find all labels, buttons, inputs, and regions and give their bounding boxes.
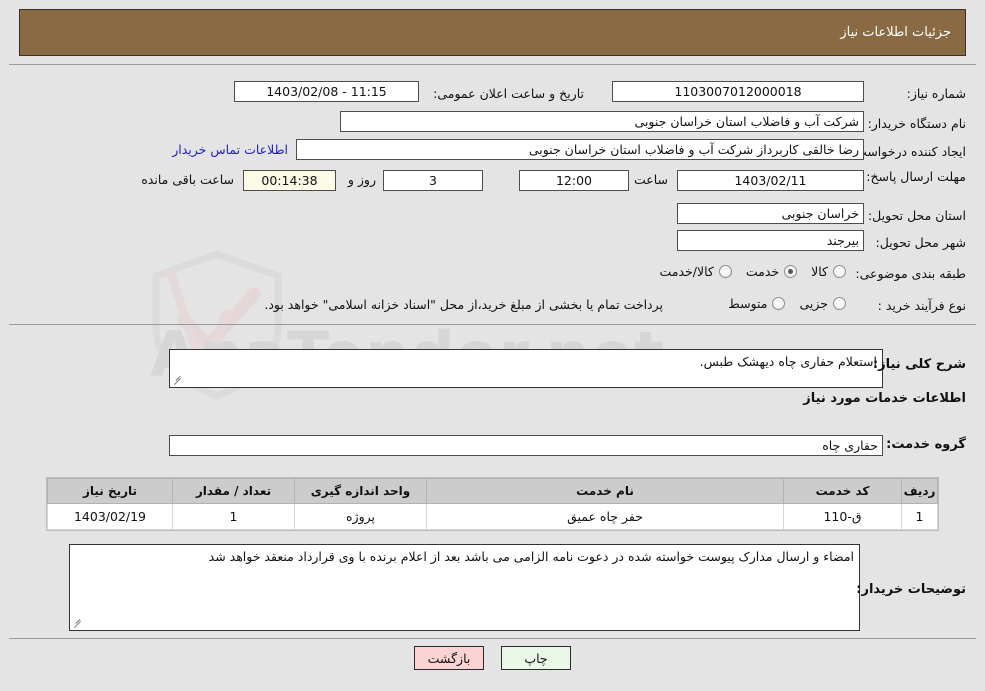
cell-name: حفر چاه عمیق [426,503,784,530]
th-qty: تعداد / مقدار [172,478,295,504]
countdown-label: ساعت باقی مانده [141,172,234,187]
announce-datetime-field: 1403/02/08 - 11:15 [234,81,419,102]
buyer-org-row: نام دستگاه خریدار: [868,113,966,135]
th-name: نام خدمت [426,478,784,504]
back-button[interactable]: بازگشت [414,646,484,670]
summary-label: شرح کلی نیاز: [872,357,966,372]
category-radio-group: کالا خدمت کالا/خدمت [645,264,846,279]
th-unit: واحد اندازه گیری [294,478,427,504]
page-title: جزئیات اطلاعات نیاز [840,25,951,40]
action-button-bar: چاپ بازگشت [0,646,985,670]
countdown-timer-field: 00:14:38 [243,170,336,191]
th-code: کد خدمت [783,478,902,504]
cell-date: 1403/02/19 [47,503,173,530]
radio-kala-khedmat-label: کالا/خدمت [659,264,714,279]
process-note: پرداخت تمام یا بخشی از مبلغ خرید،از محل … [264,297,663,312]
need-number-label: شماره نیاز: [906,85,966,101]
category-row: طبقه بندی موضوعی: [855,263,966,285]
city-field: بیرجند [677,230,864,251]
radio-khedmat[interactable] [784,265,798,278]
th-date: تاریخ نیاز [47,478,173,504]
deadline-date-field: 1403/02/11 [677,170,864,191]
need-number-row: شماره نیاز: [907,83,966,105]
remaining-days-field: 3 [383,170,483,191]
service-group-field: حفاری چاه [169,435,883,456]
print-button[interactable]: چاپ [501,646,571,670]
days-label: روز و [347,172,376,187]
buyer-org-label: نام دستگاه خریدار: [867,115,966,131]
deadline-time-field: 12:00 [519,170,629,191]
province-row: استان محل تحویل: [868,205,966,227]
resize-grip-icon[interactable] [172,374,184,386]
buyer-notes-text: امضاء و ارسال مدارک پیوست خواسته شده در … [208,549,854,564]
resize-grip-icon-2[interactable] [72,617,84,629]
province-field: خراسان جنوبی [677,203,864,224]
process-label: نوع فرآیند خرید : [877,297,966,313]
th-index: ردیف [901,478,938,504]
need-number-field: 1103007012000018 [612,81,864,102]
services-table-wrap: ردیف کد خدمت نام خدمت واحد اندازه گیری ت… [46,477,939,531]
buyer-org-field: شرکت آب و فاضلاب استان خراسان جنوبی [340,111,864,132]
radio-motevaset[interactable] [772,297,786,310]
buyer-notes-textarea[interactable]: امضاء و ارسال مدارک پیوست خواسته شده در … [69,544,860,631]
announce-label: تاریخ و ساعت اعلان عمومی: [433,85,584,101]
service-group-label: گروه خدمت: [886,437,966,452]
process-row: نوع فرآیند خرید : [878,295,966,317]
radio-kala[interactable] [833,265,846,278]
time-label: ساعت [633,172,668,187]
cell-unit: پروژه [294,503,427,530]
table-row: 1 ق-110 حفر چاه عمیق پروژه 1 1403/02/19 [47,503,938,530]
page-root: AnaTender.net جزئیات اطلاعات نیاز شماره … [0,0,985,691]
radio-kala-label: کالا [811,264,828,279]
city-label: شهر محل تحویل: [875,234,966,250]
radio-jozei-label: جزیی [799,296,828,311]
radio-khedmat-label: خدمت [745,264,780,279]
cell-code: ق-110 [783,503,902,530]
bottom-divider [9,638,976,639]
cell-index: 1 [901,503,938,530]
radio-motevaset-label: متوسط [728,296,768,311]
window-title-bar: جزئیات اطلاعات نیاز [19,9,966,56]
services-table: ردیف کد خدمت نام خدمت واحد اندازه گیری ت… [47,478,938,530]
cell-qty: 1 [172,503,295,530]
table-header-row: ردیف کد خدمت نام خدمت واحد اندازه گیری ت… [47,478,938,504]
radio-jozei[interactable] [833,297,846,310]
summary-text: استعلام حفاری چاه دیهشک طبس. [699,354,877,369]
process-radio-group: جزیی متوسط [714,296,846,311]
city-row: شهر محل تحویل: [876,232,966,254]
province-label: استان محل تحویل: [867,207,966,223]
announce-row: تاریخ و ساعت اعلان عمومی: [433,83,584,105]
radio-kala-khedmat[interactable] [718,265,732,278]
category-label: طبقه بندی موضوعی: [855,265,966,281]
need-info-panel: شماره نیاز: 1103007012000018 تاریخ و ساع… [9,64,976,325]
buyer-contact-link[interactable]: اطلاعات تماس خریدار [172,142,288,157]
creator-label: ایجاد کننده درخواست: [850,143,966,159]
buyer-notes-label: توضیحات خریدار: [856,582,966,597]
creator-field: رضا خالقی کاربرداز شرکت آب و فاضلاب استا… [296,139,864,160]
summary-textarea[interactable]: استعلام حفاری چاه دیهشک طبس. [169,349,883,388]
creator-row: ایجاد کننده درخواست: [851,141,966,163]
services-heading: اطلاعات خدمات مورد نیاز [803,391,966,406]
